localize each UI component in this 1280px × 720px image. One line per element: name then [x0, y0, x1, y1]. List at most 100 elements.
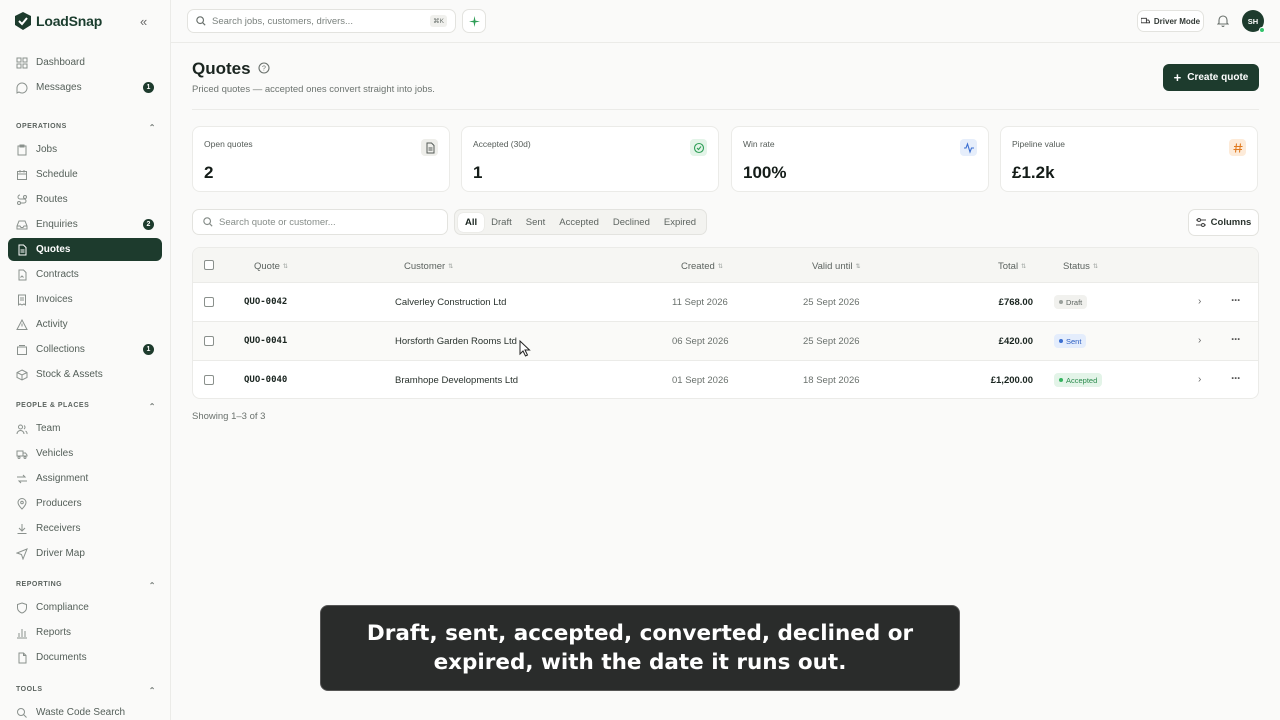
create-quote-button[interactable]: + Create quote — [1163, 64, 1259, 91]
chevron-right-icon[interactable]: › — [1198, 335, 1201, 346]
tab-accepted[interactable]: Accepted — [552, 213, 606, 232]
column-header-valid-until[interactable]: Valid until ⇅ — [812, 261, 861, 272]
created-date: 01 Sept 2026 — [672, 375, 729, 386]
sidebar-section-header[interactable]: TOOLS ⌃ — [16, 686, 156, 695]
sidebar-section-header[interactable]: REPORTING ⌃ — [16, 581, 156, 590]
table-row[interactable]: QUO-0042 Calverley Construction Ltd 11 S… — [193, 283, 1258, 322]
sidebar-item-dashboard[interactable]: Dashboard — [8, 51, 162, 74]
sidebar-item-compliance[interactable]: Compliance — [8, 596, 162, 619]
sidebar-item-producers[interactable]: Producers — [8, 492, 162, 515]
sidebar-item-label: Documents — [36, 652, 87, 663]
sidebar-item-enquiries[interactable]: Enquiries 2 — [8, 213, 162, 236]
sidebar-item-routes[interactable]: Routes — [8, 188, 162, 211]
search-icon — [196, 16, 206, 26]
sidebar-item-quotes[interactable]: Quotes — [8, 238, 162, 261]
column-header-status[interactable]: Status ⇅ — [1063, 261, 1098, 272]
sidebar-item-driver-map[interactable]: Driver Map — [8, 542, 162, 565]
sidebar-item-label: Schedule — [36, 169, 78, 180]
global-search-placeholder: Search jobs, customers, drivers... — [212, 15, 353, 27]
shortcut-hint: ⌘K — [430, 15, 447, 27]
tab-all[interactable]: All — [458, 212, 485, 232]
sidebar-item-label: Invoices — [36, 294, 73, 305]
chevron-right-icon[interactable]: › — [1198, 374, 1201, 385]
clipboard-icon — [16, 144, 28, 156]
sidebar-item-receivers[interactable]: Receivers — [8, 517, 162, 540]
sidebar-item-documents[interactable]: Documents — [8, 646, 162, 669]
sidebar-item-vehicles[interactable]: Vehicles — [8, 442, 162, 465]
sidebar-section-header[interactable]: OPERATIONS ⌃ — [16, 123, 156, 132]
hash-icon — [1229, 139, 1246, 156]
sidebar-badge: 1 — [143, 82, 154, 93]
notifications-bell-icon[interactable] — [1217, 14, 1229, 27]
more-options-icon[interactable]: ··· — [1231, 332, 1241, 346]
sidebar-item-label: Receivers — [36, 523, 81, 534]
sidebar-item-label: Assignment — [36, 473, 89, 484]
tab-draft[interactable]: Draft — [484, 213, 519, 232]
column-header-quote[interactable]: Quote ⇅ — [254, 261, 288, 272]
chevron-up-icon: ⌃ — [148, 123, 156, 132]
quote-number[interactable]: QUO-0041 — [244, 336, 287, 346]
sidebar-item-reports[interactable]: Reports — [8, 621, 162, 644]
quote-total: £420.00 — [998, 336, 1033, 347]
sidebar-item-schedule[interactable]: Schedule — [8, 163, 162, 186]
quote-number[interactable]: QUO-0040 — [244, 375, 287, 385]
help-icon[interactable]: ? — [258, 62, 270, 74]
table-row[interactable]: QUO-0040 Bramhope Developments Ltd 01 Se… — [193, 361, 1258, 398]
sidebar-item-stock-assets[interactable]: Stock & Assets — [8, 363, 162, 386]
table-row[interactable]: QUO-0041 Horsforth Garden Rooms Ltd 06 S… — [193, 322, 1258, 361]
sidebar-item-jobs[interactable]: Jobs — [8, 138, 162, 161]
tab-sent[interactable]: Sent — [519, 213, 553, 232]
sidebar-item-label: Routes — [36, 194, 68, 205]
sidebar-item-team[interactable]: Team — [8, 417, 162, 440]
stat-label: Accepted (30d) — [473, 139, 531, 149]
tab-expired[interactable]: Expired — [657, 213, 703, 232]
tab-declined[interactable]: Declined — [606, 213, 657, 232]
sidebar-item-invoices[interactable]: Invoices — [8, 288, 162, 311]
chevron-up-icon: ⌃ — [148, 686, 156, 695]
driver-mode-button[interactable]: Driver Mode — [1137, 10, 1204, 32]
global-search-input[interactable]: Search jobs, customers, drivers... ⌘K — [187, 9, 456, 33]
stat-card-accepted-30d: Accepted (30d) 1 — [461, 126, 719, 192]
columns-button[interactable]: Columns — [1188, 209, 1259, 236]
column-header-total[interactable]: Total ⇅ — [998, 261, 1026, 272]
brand-logo[interactable]: LoadSnap — [13, 11, 102, 31]
select-all-checkbox[interactable] — [204, 260, 214, 270]
column-header-created[interactable]: Created ⇅ — [681, 261, 723, 272]
row-checkbox[interactable] — [204, 375, 214, 385]
chevron-up-icon: ⌃ — [148, 581, 156, 590]
sidebar-item-messages[interactable]: Messages 1 — [8, 76, 162, 99]
chat-icon — [16, 82, 28, 94]
file-icon — [16, 652, 28, 664]
sidebar-item-label: Vehicles — [36, 448, 74, 459]
sidebar-section-header[interactable]: PEOPLE & PLACES ⌃ — [16, 402, 156, 411]
sidebar-item-label: Compliance — [36, 602, 89, 613]
sidebar-item-activity[interactable]: Activity — [8, 313, 162, 336]
video-caption: Draft, sent, accepted, converted, declin… — [320, 605, 960, 691]
collapse-sidebar-icon[interactable]: « — [140, 14, 147, 29]
row-checkbox[interactable] — [204, 297, 214, 307]
sidebar-item-label: Messages — [36, 82, 82, 93]
stat-label: Pipeline value — [1012, 139, 1065, 149]
quote-total: £1,200.00 — [990, 375, 1033, 386]
pin-icon — [16, 497, 28, 510]
sidebar-item-label: Reports — [36, 627, 72, 638]
sidebar-item-contracts[interactable]: Contracts — [8, 263, 162, 286]
more-options-icon[interactable]: ··· — [1231, 293, 1241, 307]
chevron-right-icon[interactable]: › — [1198, 296, 1201, 307]
sidebar-item-label: Dashboard — [36, 57, 85, 68]
page-title: Quotes — [192, 59, 251, 78]
column-header-customer[interactable]: Customer ⇅ — [404, 261, 453, 272]
more-options-icon[interactable]: ··· — [1231, 371, 1241, 385]
sidebar-item-collections[interactable]: Collections 1 — [8, 338, 162, 361]
ai-assistant-button[interactable] — [462, 9, 486, 33]
sidebar-item-waste-code-search[interactable]: Waste Code Search — [8, 701, 162, 720]
row-checkbox[interactable] — [204, 336, 214, 346]
columns-label: Columns — [1210, 217, 1252, 228]
created-date: 11 Sept 2026 — [672, 297, 728, 308]
sidebar-item-assignment[interactable]: Assignment — [8, 467, 162, 490]
sidebar-item-label: Team — [36, 423, 61, 434]
brand-name: LoadSnap — [36, 13, 103, 29]
quote-search-input[interactable]: Search quote or customer... — [192, 209, 448, 235]
quote-number[interactable]: QUO-0042 — [244, 297, 287, 307]
warning-icon — [16, 318, 28, 331]
